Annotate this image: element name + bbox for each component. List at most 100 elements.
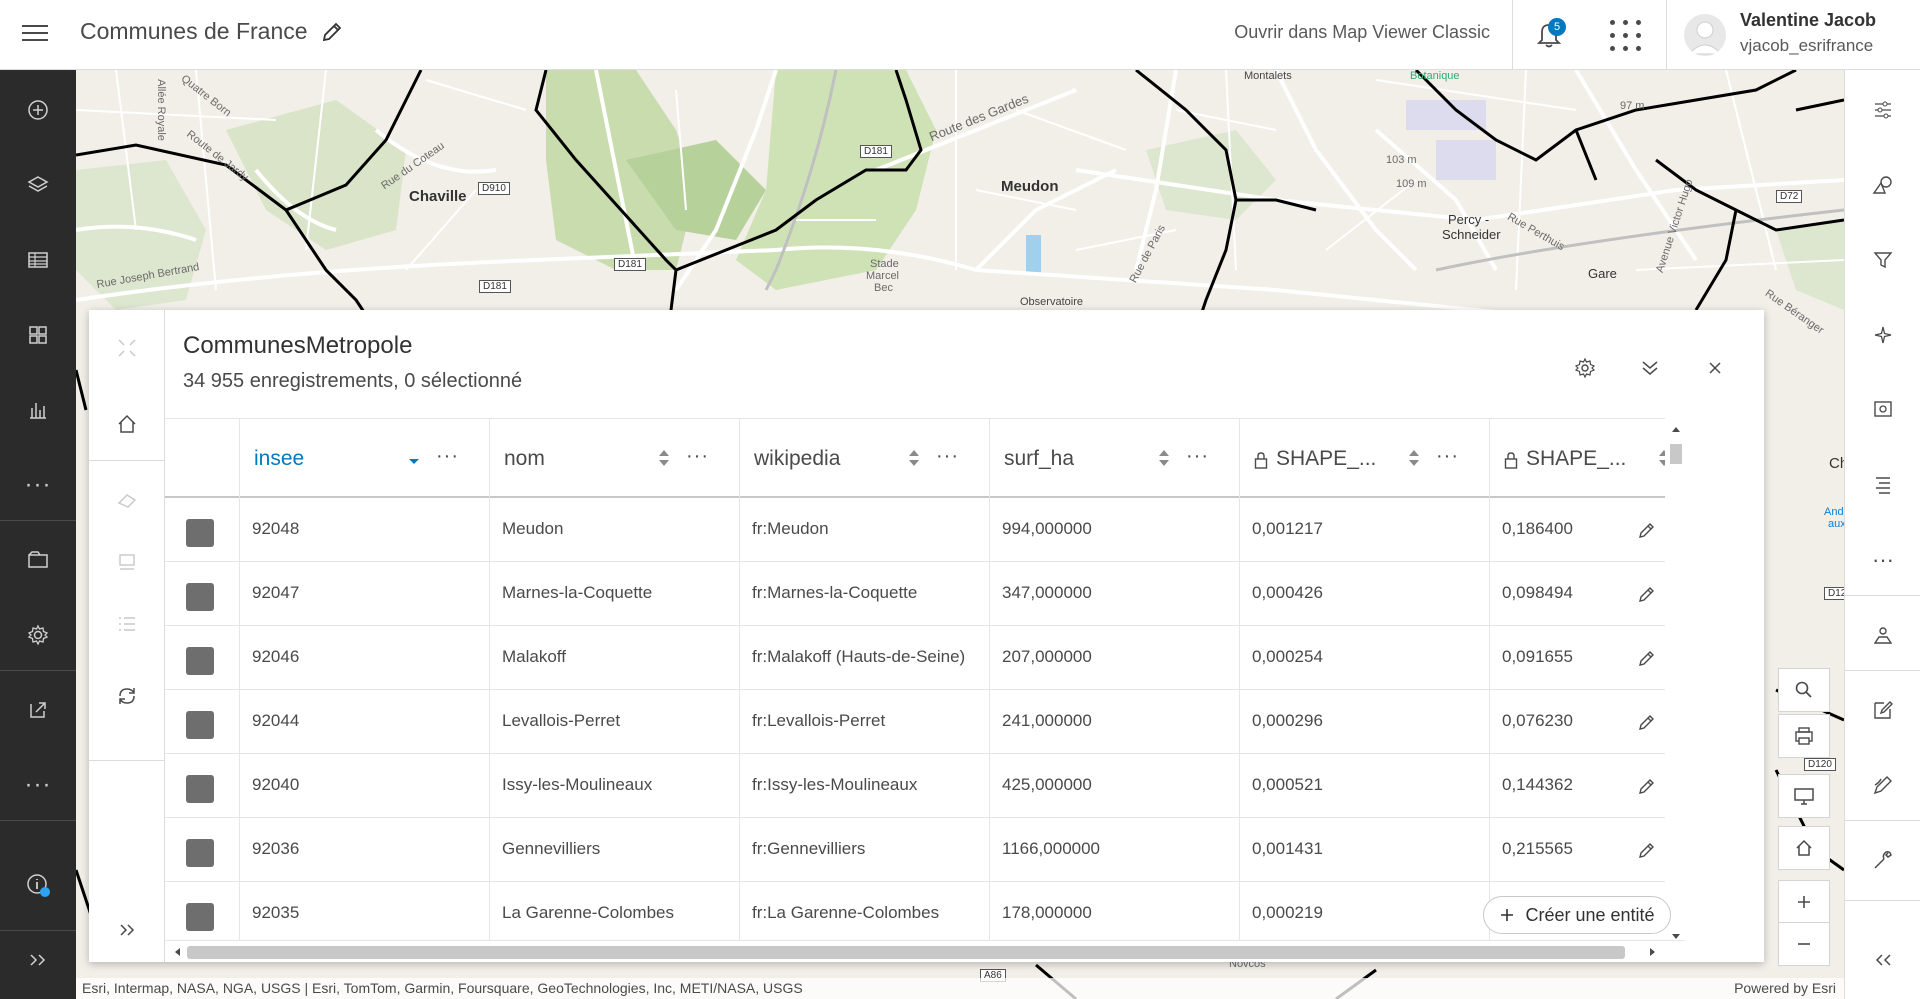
table-row[interactable]: 92040 Issy-les-Moulineaux fr:Issy-les-Moul… <box>165 754 1685 818</box>
table-cell[interactable]: 1166,000000 <box>989 818 1239 882</box>
row-select-checkbox[interactable] <box>186 583 214 611</box>
refresh-button[interactable] <box>89 666 165 726</box>
row-select-checkbox[interactable] <box>186 519 214 547</box>
info-button[interactable] <box>0 857 76 913</box>
table-cell[interactable]: 178,000000 <box>989 882 1239 946</box>
column-header-nom[interactable]: nom ··· <box>489 419 739 499</box>
table-row[interactable]: 92048 Meudon fr:Meudon 994,000000 0,001217 0,… <box>165 498 1685 562</box>
table-cell[interactable]: 425,000000 <box>989 754 1239 818</box>
row-select-checkbox[interactable] <box>186 903 214 931</box>
avatar[interactable] <box>1684 14 1726 56</box>
table-cell[interactable]: Meudon <box>489 498 739 562</box>
table-row[interactable]: 92035 La Garenne-Colombes fr:La Garenne-Co… <box>165 882 1685 946</box>
table-cell[interactable]: Malakoff <box>489 626 739 690</box>
sort-icon[interactable] <box>1158 447 1170 469</box>
table-cell[interactable]: Marnes-la-Coquette <box>489 562 739 626</box>
scroll-right-icon[interactable] <box>1641 941 1663 962</box>
user-id[interactable]: vjacob_esrifrance <box>1740 36 1873 56</box>
table-cell[interactable]: 0,000521 <box>1239 754 1489 818</box>
open-classic-link[interactable]: Ouvrir dans Map Viewer Classic <box>1200 22 1490 43</box>
create-feature-button[interactable]: Créer une entité <box>1483 896 1671 934</box>
edit-row-button[interactable] <box>1627 510 1667 550</box>
table-cell[interactable]: 0,000426 <box>1239 562 1489 626</box>
expand-button[interactable] <box>0 932 76 988</box>
table-cell[interactable]: 241,000000 <box>989 690 1239 754</box>
clear-selection-button[interactable] <box>89 470 165 530</box>
table-row[interactable]: 92044 Levallois-Perret fr:Levallois-Perret… <box>165 690 1685 754</box>
row-select-checkbox[interactable] <box>186 647 214 675</box>
zoom-to-selection-button[interactable] <box>89 318 165 378</box>
basemap-button[interactable] <box>0 307 76 363</box>
edit-row-button[interactable] <box>1627 574 1667 614</box>
search-button[interactable] <box>1778 668 1830 712</box>
scrollbar-thumb[interactable] <box>187 946 1625 959</box>
menu-icon[interactable] <box>20 20 50 50</box>
table-cell[interactable]: 92036 <box>239 818 489 882</box>
analysis-button[interactable] <box>1845 607 1920 663</box>
table-cell[interactable]: fr:Meudon <box>739 498 989 562</box>
table-cell[interactable]: 92046 <box>239 626 489 690</box>
table-row[interactable]: 92046 Malakoff fr:Malakoff (Hauts-de-Seine… <box>165 626 1685 690</box>
column-menu-icon[interactable]: ··· <box>436 445 459 468</box>
table-cell[interactable]: 92048 <box>239 498 489 562</box>
table-cell[interactable]: 92044 <box>239 690 489 754</box>
table-cell[interactable]: La Garenne-Colombes <box>489 882 739 946</box>
collapse-button[interactable] <box>1845 932 1920 988</box>
popups-button[interactable] <box>1845 382 1920 438</box>
sort-icon[interactable] <box>658 447 670 469</box>
labels-button[interactable] <box>1845 457 1920 513</box>
styles-button[interactable] <box>1845 157 1920 213</box>
table-cell[interactable]: 92040 <box>239 754 489 818</box>
minimize-table-button[interactable] <box>1632 350 1668 386</box>
sketch-button[interactable] <box>1845 757 1920 813</box>
edit-row-button[interactable] <box>1627 830 1667 870</box>
more-button[interactable]: ··· <box>0 757 76 813</box>
row-select-checkbox[interactable] <box>186 839 214 867</box>
table-cell[interactable]: fr:Gennevilliers <box>739 818 989 882</box>
display-button[interactable] <box>1778 774 1830 818</box>
effects-button[interactable] <box>1845 307 1920 363</box>
more-button[interactable]: ··· <box>1845 532 1920 588</box>
edit-button[interactable] <box>1845 682 1920 738</box>
tools-button[interactable] <box>1845 832 1920 888</box>
powered-by-link[interactable]: Powered by Esri <box>1734 978 1836 999</box>
list-button[interactable] <box>89 594 165 654</box>
edit-row-button[interactable] <box>1627 702 1667 742</box>
close-table-button[interactable] <box>1697 350 1733 386</box>
table-row[interactable]: 92036 Gennevilliers fr:Gennevilliers 1166,0… <box>165 818 1685 882</box>
zoom-out-button[interactable] <box>1778 922 1830 966</box>
settings-button[interactable] <box>0 607 76 663</box>
tables-button[interactable] <box>0 232 76 288</box>
table-cell[interactable]: 347,000000 <box>989 562 1239 626</box>
table-cell[interactable]: fr:Levallois-Perret <box>739 690 989 754</box>
user-name[interactable]: Valentine Jacob <box>1740 10 1876 31</box>
table-cell[interactable]: fr:Issy-les-Moulineaux <box>739 754 989 818</box>
add-layer-button[interactable] <box>0 82 76 138</box>
more-button[interactable]: ··· <box>0 457 76 513</box>
column-menu-icon[interactable]: ··· <box>936 445 959 468</box>
layers-button[interactable] <box>0 157 76 213</box>
column-menu-icon[interactable]: ··· <box>686 445 709 468</box>
pencil-icon[interactable] <box>320 20 344 44</box>
show-selected-button[interactable] <box>89 532 165 592</box>
column-header-shape-area[interactable]: SHAPE_... <box>1489 419 1685 499</box>
home-button[interactable] <box>1778 826 1830 870</box>
map-properties-button[interactable] <box>0 532 76 588</box>
filter-button[interactable] <box>1845 232 1920 288</box>
table-cell[interactable]: 0,001217 <box>1239 498 1489 562</box>
scroll-left-icon[interactable] <box>167 941 189 962</box>
charts-button[interactable] <box>0 382 76 438</box>
column-menu-icon[interactable]: ··· <box>1436 445 1459 468</box>
table-cell[interactable]: fr:La Garenne-Colombes <box>739 882 989 946</box>
table-options-button[interactable] <box>1567 350 1603 386</box>
edit-row-button[interactable] <box>1627 638 1667 678</box>
column-header-shape-length[interactable]: SHAPE_... ··· <box>1239 419 1489 499</box>
print-button[interactable] <box>1778 714 1830 758</box>
properties-button[interactable] <box>1845 82 1920 138</box>
column-header-wikipedia[interactable]: wikipedia ··· <box>739 419 989 499</box>
table-cell[interactable]: 92035 <box>239 882 489 946</box>
table-cell[interactable]: 0,000219 <box>1239 882 1489 946</box>
table-cell[interactable]: fr:Marnes-la-Coquette <box>739 562 989 626</box>
column-header-surf-ha[interactable]: surf_ha ··· <box>989 419 1239 499</box>
vertical-scrollbar[interactable] <box>1665 418 1687 948</box>
